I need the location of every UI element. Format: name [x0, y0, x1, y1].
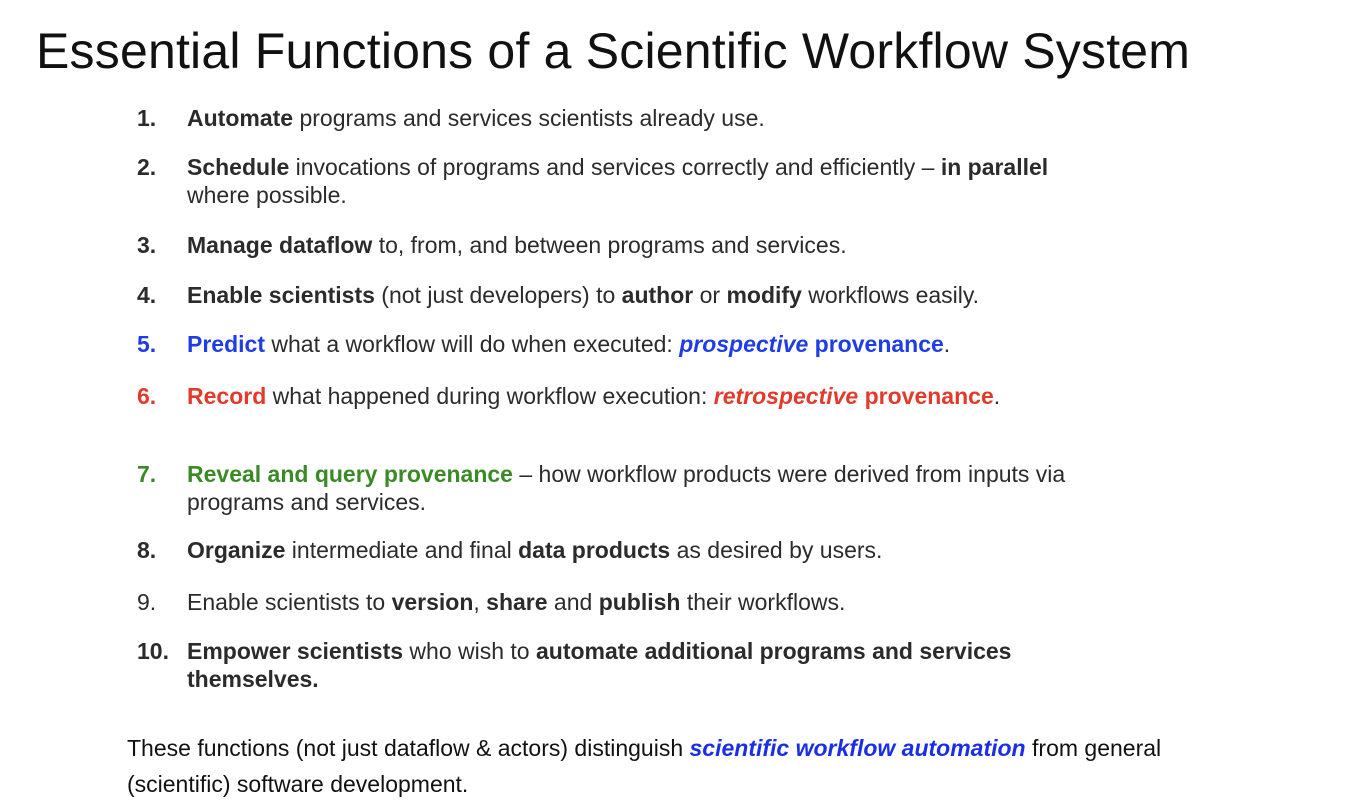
- item-number: 6.: [137, 383, 157, 409]
- item-text: Reveal and query provenance – how workfl…: [187, 460, 1117, 516]
- item-text-segment: invocations of programs and services cor…: [289, 154, 941, 180]
- item-number: 9.: [137, 589, 157, 615]
- item-keyword: Empower scientists: [187, 638, 404, 664]
- list-item-7: 7. Reveal and query provenance – how wor…: [137, 460, 1137, 516]
- item-text-segment: Enable scientists to: [187, 589, 392, 615]
- item-keyword: author: [621, 282, 694, 308]
- item-text-segment: who wish to: [403, 638, 536, 664]
- item-text-segment: where possible.: [187, 182, 347, 208]
- list-item-9: 9. Enable scientists to version, share a…: [137, 588, 1137, 616]
- item-text-segment: and: [547, 589, 599, 615]
- item-keyword: data products: [518, 537, 671, 563]
- item-text: Predict what a workflow will do when exe…: [187, 330, 1117, 358]
- footer-statement: These functions (not just dataflow & act…: [127, 730, 1247, 802]
- item-text-segment: their workflows.: [680, 589, 846, 615]
- list-item-6: 6. Record what happened during workflow …: [137, 382, 1137, 410]
- item-text-segment: as desired by users.: [670, 537, 883, 563]
- item-keyword: Predict: [187, 331, 265, 357]
- item-text-segment: to, from, and between programs and servi…: [372, 232, 847, 258]
- item-keyword: Reveal and query provenance: [187, 461, 513, 487]
- item-number: 8.: [137, 537, 157, 563]
- list-item-2: 2. Schedule invocations of programs and …: [137, 153, 1137, 209]
- list-item-4: 4. Enable scientists (not just developer…: [137, 281, 1137, 309]
- item-text-segment: .: [993, 383, 1001, 409]
- item-text: Automate programs and services scientist…: [187, 104, 1117, 132]
- item-number: 4.: [137, 282, 157, 308]
- slide-title: Essential Functions of a Scientific Work…: [36, 23, 1191, 79]
- item-keyword: share: [486, 589, 548, 615]
- item-text: Record what happened during workflow exe…: [187, 382, 1117, 410]
- item-keyword: Schedule: [187, 154, 290, 180]
- item-number: 2.: [137, 154, 157, 180]
- footer-highlight: scientific workflow automation: [689, 735, 1026, 761]
- item-keyword-italic: prospective: [679, 331, 809, 357]
- item-number: 1.: [137, 105, 157, 131]
- item-keyword: Organize: [187, 537, 286, 563]
- item-keyword: version: [391, 589, 474, 615]
- item-text-segment: what happened during workflow execution:: [266, 383, 714, 409]
- list-item-10: 10. Empower scientists who wish to autom…: [137, 637, 1137, 693]
- item-text-segment: (not just developers) to: [374, 282, 622, 308]
- item-text: Schedule invocations of programs and ser…: [187, 153, 1117, 209]
- list-item-1: 1. Automate programs and services scient…: [137, 104, 1137, 132]
- item-text: Manage dataflow to, from, and between pr…: [187, 231, 1117, 259]
- item-text: Enable scientists to version, share and …: [187, 588, 1117, 616]
- item-text-segment: ,: [473, 589, 487, 615]
- item-keyword-italic: retrospective: [713, 383, 859, 409]
- item-keyword: provenance: [808, 331, 944, 357]
- item-number: 10.: [137, 638, 169, 664]
- item-text: Organize intermediate and final data pro…: [187, 536, 1117, 564]
- item-number: 5.: [137, 331, 157, 357]
- item-number: 7.: [137, 461, 157, 487]
- item-keyword: Manage dataflow: [187, 232, 373, 258]
- list-item-5: 5. Predict what a workflow will do when …: [137, 330, 1137, 358]
- item-text: Empower scientists who wish to automate …: [187, 637, 1117, 693]
- item-text-segment: .: [943, 331, 951, 357]
- item-keyword: Enable scientists: [187, 282, 375, 308]
- item-keyword: in parallel: [940, 154, 1049, 180]
- item-text-segment: programs and services scientists already…: [293, 105, 765, 131]
- item-keyword: Record: [187, 383, 267, 409]
- item-text-segment: workflows easily.: [801, 282, 980, 308]
- item-text-segment: what a workflow will do when executed:: [264, 331, 680, 357]
- list-item-3: 3. Manage dataflow to, from, and between…: [137, 231, 1137, 259]
- list-item-8: 8. Organize intermediate and final data …: [137, 536, 1137, 564]
- item-keyword: modify: [726, 282, 802, 308]
- item-text-segment: intermediate and final: [285, 537, 519, 563]
- item-text-segment: or: [693, 282, 727, 308]
- item-keyword: Automate: [187, 105, 294, 131]
- footer-text-segment: These functions (not just dataflow & act…: [127, 735, 690, 761]
- item-keyword: provenance: [858, 383, 994, 409]
- item-number: 3.: [137, 232, 157, 258]
- item-keyword: publish: [598, 589, 681, 615]
- item-text: Enable scientists (not just developers) …: [187, 281, 1117, 309]
